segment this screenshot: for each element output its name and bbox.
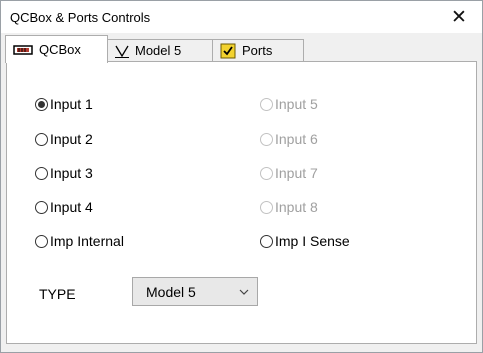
tab-label: Ports	[242, 43, 273, 58]
model5-v-icon	[115, 44, 129, 58]
qcbox-panel: Input 1 Input 2 Input 3 Input 4 Imp Inte…	[6, 61, 477, 344]
radio-circle	[260, 200, 273, 214]
tab-label: QCBox	[39, 42, 81, 57]
type-select[interactable]: Model 5	[132, 277, 258, 306]
radio-circle	[35, 234, 48, 248]
radio-input-6: Input 6	[260, 131, 318, 147]
title-bar: QCBox & Ports Controls ✕	[1, 1, 482, 33]
radio-label: Input 4	[50, 199, 93, 215]
window-title: QCBox & Ports Controls	[10, 10, 151, 25]
radio-label: Input 1	[50, 96, 93, 112]
radio-circle	[260, 97, 273, 111]
tab-label: Model 5	[135, 43, 182, 58]
tab-ports[interactable]: Ports	[212, 39, 304, 61]
ports-check-icon	[220, 43, 236, 59]
radio-label: Input 6	[275, 131, 318, 147]
radio-input-4[interactable]: Input 4	[35, 199, 93, 215]
radio-input-3[interactable]: Input 3	[35, 165, 93, 181]
radio-label: Imp I Sense	[275, 233, 350, 249]
radio-circle	[260, 166, 273, 180]
qcbox-device-icon	[13, 44, 33, 56]
radio-label: Input 5	[275, 96, 318, 112]
radio-label: Input 2	[50, 131, 93, 147]
dialog-window: QCBox & Ports Controls ✕ QCBox Model 5 P…	[0, 0, 483, 353]
radio-label: Input 3	[50, 165, 93, 181]
radio-input-2[interactable]: Input 2	[35, 131, 93, 147]
radio-imp-i-sense[interactable]: Imp I Sense	[260, 233, 350, 249]
radio-input-5: Input 5	[260, 96, 318, 112]
tab-qcbox[interactable]: QCBox	[5, 35, 108, 63]
radio-label: Input 8	[275, 199, 318, 215]
radio-label: Imp Internal	[50, 233, 124, 249]
type-select-value: Model 5	[146, 283, 196, 300]
type-label: TYPE	[39, 286, 76, 302]
radio-input-7: Input 7	[260, 165, 318, 181]
close-button[interactable]: ✕	[436, 1, 482, 33]
chevron-down-icon	[238, 285, 250, 301]
radio-input-1[interactable]: Input 1	[35, 96, 93, 112]
radio-input-8: Input 8	[260, 199, 318, 215]
radio-circle	[260, 132, 273, 146]
close-icon: ✕	[451, 6, 467, 28]
radio-circle	[260, 234, 273, 248]
radio-label: Input 7	[275, 165, 318, 181]
radio-circle	[35, 200, 48, 214]
radio-circle	[35, 166, 48, 180]
radio-circle	[35, 97, 48, 111]
tab-model5[interactable]: Model 5	[107, 39, 213, 61]
radio-circle	[35, 132, 48, 146]
radio-imp-internal[interactable]: Imp Internal	[35, 233, 124, 249]
